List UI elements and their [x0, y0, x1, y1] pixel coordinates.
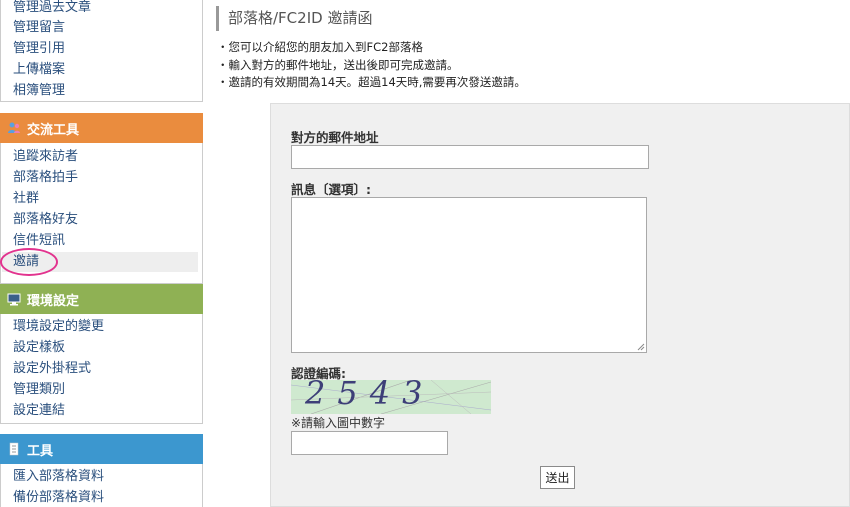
sidebar-box-environment: 環境設定的變更 設定樣板 設定外掛程式 管理類別 設定連結: [0, 314, 203, 424]
sidebar-box-tools: 匯入部落格資料 備份部落格資料: [0, 464, 203, 507]
sidebar-header-label: 環境設定: [27, 293, 80, 309]
sidebar-item-blog-clap[interactable]: 部落格拍手: [13, 168, 78, 188]
captcha-hint: ※請輸入圖中數字: [291, 416, 386, 430]
sidebar-item-track-visitors[interactable]: 追蹤來訪者: [13, 147, 78, 167]
highlight-circle: [0, 248, 58, 276]
sidebar-header-label: 工具: [27, 443, 54, 459]
message-textarea[interactable]: [291, 197, 647, 353]
sidebar-item-manage-comments[interactable]: 管理留言: [13, 18, 65, 38]
sidebar-item-template[interactable]: 設定樣板: [13, 338, 65, 358]
sidebar-item-categories[interactable]: 管理類別: [13, 380, 65, 400]
sidebar-box-blog: 管理過去文章 管理留言 管理引用 上傳檔案 相簿管理: [0, 0, 203, 102]
info-line-1: ・您可以介紹您的朋友加入到FC2部落格: [217, 40, 423, 54]
sidebar-item-import[interactable]: 匯入部落格資料: [13, 467, 104, 487]
info-line-3: ・邀請的有效期間為14天。超過14天時,需要再次發送邀請。: [217, 75, 526, 89]
captcha-text: 2543: [305, 380, 435, 412]
sidebar-item-plugins[interactable]: 設定外掛程式: [13, 359, 91, 379]
document-icon: [7, 442, 21, 456]
sidebar: 管理過去文章 管理留言 管理引用 上傳檔案 相簿管理 交流工具 追蹤來訪者 部落…: [0, 0, 203, 507]
sidebar-item-album[interactable]: 相簿管理: [13, 81, 65, 101]
message-label: 訊息〔選項〕:: [291, 182, 371, 197]
people-icon: [7, 121, 21, 135]
sidebar-item-blog-friends[interactable]: 部落格好友: [13, 210, 78, 230]
info-line-2: ・輸入對方的郵件地址，送出後即可完成邀請。: [217, 58, 459, 72]
sidebar-header-tools[interactable]: 工具: [0, 434, 203, 464]
captcha-image: 2543: [291, 380, 491, 414]
sidebar-header-label: 交流工具: [27, 122, 80, 138]
email-field[interactable]: [291, 145, 649, 169]
sidebar-item-manage-articles[interactable]: 管理過去文章: [13, 0, 91, 18]
resize-grip-icon[interactable]: [637, 343, 645, 351]
email-label: 對方的郵件地址: [291, 130, 379, 145]
page-title: 部落格/FC2ID 邀請函: [216, 6, 372, 31]
sidebar-item-backup[interactable]: 備份部落格資料: [13, 488, 104, 507]
sidebar-item-community[interactable]: 社群: [13, 189, 39, 209]
captcha-field[interactable]: [291, 431, 448, 455]
sidebar-item-manage-trackbacks[interactable]: 管理引用: [13, 39, 65, 59]
sidebar-item-links[interactable]: 設定連結: [13, 401, 65, 421]
sidebar-item-upload-files[interactable]: 上傳檔案: [13, 60, 65, 80]
monitor-icon: [7, 292, 21, 306]
sidebar-item-env-settings[interactable]: 環境設定的變更: [13, 317, 104, 337]
sidebar-header-communication[interactable]: 交流工具: [0, 113, 203, 143]
submit-button[interactable]: 送出: [540, 466, 575, 489]
sidebar-header-environment[interactable]: 環境設定: [0, 284, 203, 314]
